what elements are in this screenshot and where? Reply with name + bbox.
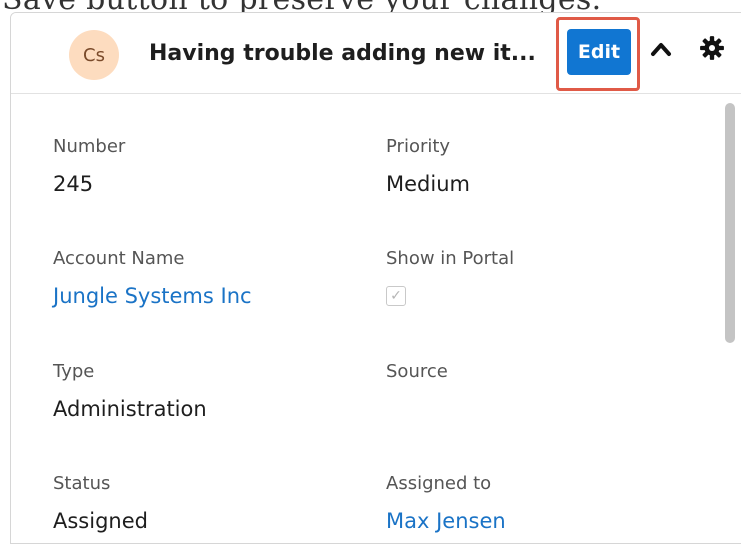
field-account-name: Account Name Jungle Systems Inc (53, 248, 252, 308)
field-assigned-to: Assigned to Max Jensen (386, 473, 506, 533)
gear-icon[interactable] (699, 35, 725, 61)
record-fields: Number 245 Priority Medium Account Name … (11, 94, 741, 543)
field-label: Account Name (53, 248, 185, 269)
show-in-portal-checkbox[interactable]: ✓ (386, 286, 406, 306)
record-header: Cs Having trouble adding new it... Edit (11, 13, 741, 94)
record-panel: Cs Having trouble adding new it... Edit (10, 12, 741, 544)
field-show-in-portal: Show in Portal ✓ (386, 248, 514, 306)
field-value: Assigned (53, 509, 148, 533)
field-label: Assigned to (386, 473, 492, 494)
field-source: Source (386, 361, 448, 397)
assigned-user-link[interactable]: Max Jensen (386, 509, 506, 533)
field-label: Number (53, 136, 126, 157)
field-value: Administration (53, 397, 207, 421)
chevron-up-icon[interactable] (649, 37, 673, 61)
field-label: Status (53, 473, 111, 494)
field-status: Status Assigned (53, 473, 148, 533)
field-label: Type (53, 361, 95, 382)
field-type: Type Administration (53, 361, 207, 421)
check-icon: ✓ (390, 288, 402, 304)
avatar: Cs (69, 30, 119, 80)
field-number: Number 245 (53, 136, 125, 196)
field-label: Priority (386, 136, 451, 157)
edit-button[interactable]: Edit (567, 29, 631, 75)
edit-button-highlight: Edit (556, 17, 640, 91)
field-label: Source (386, 361, 448, 382)
field-label: Show in Portal (386, 248, 515, 269)
account-link[interactable]: Jungle Systems Inc (53, 284, 252, 308)
record-title: Having trouble adding new it... (149, 41, 536, 66)
field-value: 245 (53, 172, 94, 196)
scrollbar-thumb[interactable] (725, 103, 735, 343)
field-value: Medium (386, 172, 470, 196)
field-priority: Priority Medium (386, 136, 470, 196)
